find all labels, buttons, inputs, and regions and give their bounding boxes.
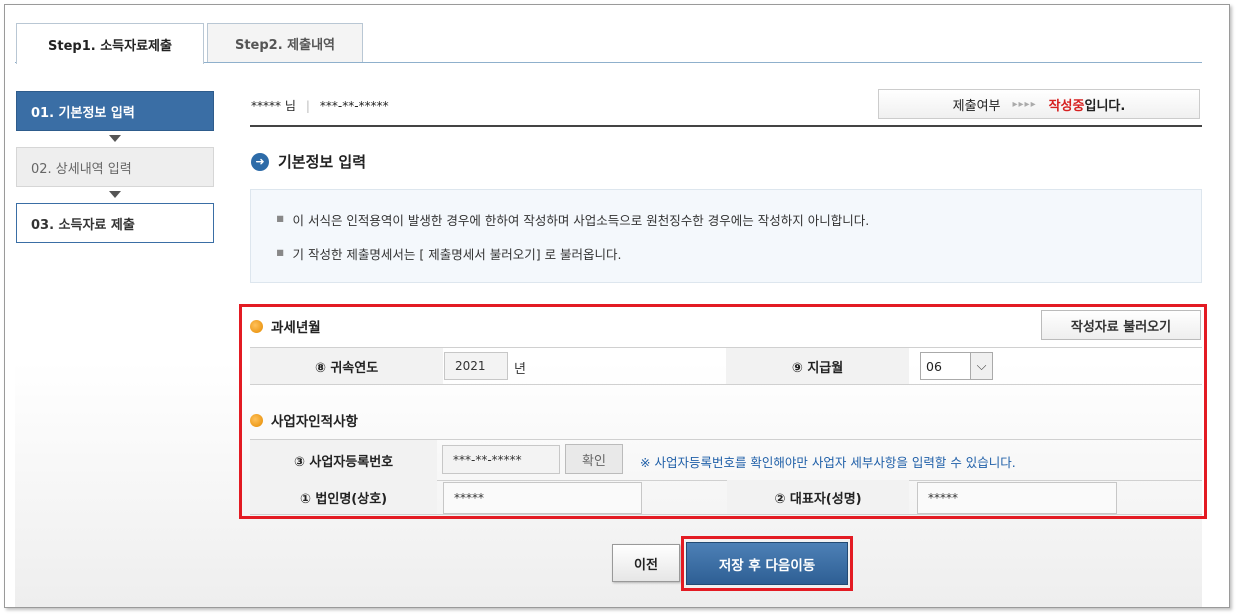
section-title: ➜ 기본정보 입력 <box>251 151 366 172</box>
bullet-icon <box>250 413 263 427</box>
notice-box: ▪ 이 서식은 인적용역이 발생한 경우에 한하여 작성하며 사업소득으로 원천징… <box>250 189 1202 283</box>
year-field[interactable]: 2021 <box>444 352 508 380</box>
year-label: ⑧ 귀속연도 <box>250 348 443 384</box>
tab-step1[interactable]: Step1. 소득자료제출 <box>16 23 204 64</box>
representative-field[interactable]: ***** <box>917 482 1117 514</box>
tab-step2[interactable]: Step2. 제출내역 <box>207 23 363 63</box>
step-arrow-icon <box>109 191 121 198</box>
month-select[interactable]: 06 ⌵ <box>920 352 993 380</box>
status-label: 제출여부 <box>952 98 1001 114</box>
group-tax-period: 과세년월 <box>250 316 321 336</box>
user-info: ***** 님 | ***-**-***** <box>251 97 389 114</box>
business-number-field[interactable]: ***-**-***** <box>442 445 560 474</box>
notice-item: ▪ 이 서식은 인적용역이 발생한 경우에 한하여 작성하며 사업소득으로 원천징… <box>276 210 870 228</box>
load-saved-data-button[interactable]: 작성자료 불러오기 <box>1041 310 1201 340</box>
group-business-info: 사업자인적사항 <box>250 410 358 430</box>
chevron-down-icon[interactable]: ⌵ <box>970 353 992 379</box>
submission-status: 제출여부 ▸▸▸▸ 작성중입니다. <box>878 89 1200 119</box>
step-arrow-icon <box>109 135 121 142</box>
group-tax-period-label: 과세년월 <box>271 320 321 336</box>
month-label: ⑨ 지급월 <box>726 348 909 384</box>
corp-name-label: ① 법인명(상호) <box>250 480 437 514</box>
step-submit-income[interactable]: 03. 소득자료 제출 <box>16 203 214 243</box>
notice-text: 이 서식은 인적용역이 발생한 경우에 한하여 작성하며 사업소득으로 원천징수… <box>292 213 870 228</box>
status-value: 작성중 <box>1048 98 1085 114</box>
business-number-note: ※ 사업자등록번호를 확인해야만 사업자 세부사항을 입력할 수 있습니다. <box>640 455 1016 470</box>
business-number-label: ③ 사업자등록번호 <box>250 440 437 480</box>
representative-label: ② 대표자(성명) <box>727 480 909 514</box>
bullet-icon <box>250 319 263 333</box>
row-tax-period: ⑧ 귀속연도 2021 년 ⑨ 지급월 06 ⌵ <box>250 347 1202 385</box>
status-arrows-icon: ▸▸▸▸ <box>1012 98 1037 110</box>
group-business-info-label: 사업자인적사항 <box>271 414 358 430</box>
save-next-button[interactable]: 저장 후 다음이동 <box>686 542 848 585</box>
month-select-value: 06 <box>926 358 942 374</box>
prev-button[interactable]: 이전 <box>612 544 680 582</box>
corp-name-field[interactable]: ***** <box>443 482 642 514</box>
step-basic-info[interactable]: 01. 기본정보 입력 <box>16 91 214 131</box>
divider: | <box>305 98 310 113</box>
step-detail-input[interactable]: 02. 상세내역 입력 <box>16 147 214 187</box>
status-suffix: 입니다. <box>1084 98 1126 114</box>
notice-text: 기 작성한 제출명세서는 [ 제출명세서 불러오기] 로 불러옵니다. <box>292 247 622 262</box>
year-unit: 년 <box>514 362 526 377</box>
user-id: ***-**-***** <box>319 98 389 113</box>
user-name: ***** 님 <box>251 99 296 113</box>
section-title-text: 기본정보 입력 <box>278 153 367 171</box>
row-business-number: ③ 사업자등록번호 ***-**-***** 확인 ※ 사업자등록번호를 확인해… <box>250 439 1202 481</box>
header-divider <box>250 125 1202 127</box>
confirm-button[interactable]: 확인 <box>565 444 623 474</box>
row-corp-rep: ① 법인명(상호) ***** ② 대표자(성명) ***** <box>250 480 1202 515</box>
notice-item: ▪ 기 작성한 제출명세서는 [ 제출명세서 불러오기] 로 불러옵니다. <box>276 244 622 262</box>
arrow-circle-icon: ➜ <box>251 152 269 171</box>
